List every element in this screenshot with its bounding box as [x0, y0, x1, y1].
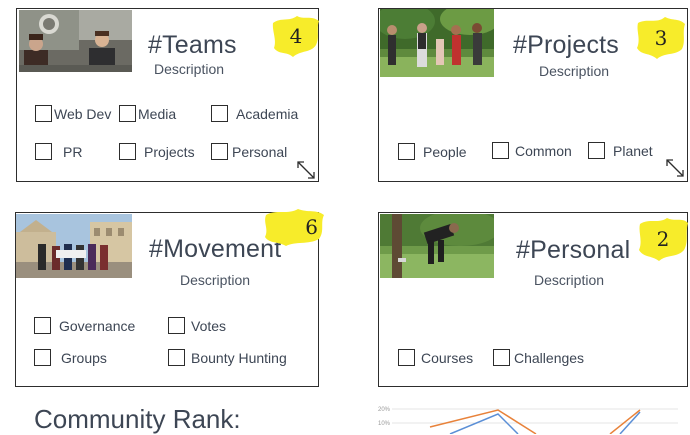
personal-card: #Personal Description 2 Courses Challeng… — [378, 212, 688, 387]
option-web-dev[interactable]: Web Dev — [35, 105, 111, 122]
option-academia-label: Academia — [236, 105, 299, 122]
option-media-label: Media — [138, 105, 177, 122]
projects-expand-icon[interactable] — [664, 157, 686, 179]
projects-card: #Projects Description 3 People Common Pl… — [378, 8, 688, 182]
option-projects-label: Projects — [144, 143, 195, 160]
option-challenges[interactable]: Challenges — [493, 349, 584, 366]
personal-description: Description — [534, 272, 605, 288]
checkbox-courses[interactable] — [398, 349, 415, 366]
movement-description: Description — [180, 272, 251, 288]
option-groups-label: Groups — [61, 349, 107, 366]
teams-count: 4 — [289, 24, 303, 48]
teams-title: #Teams — [148, 31, 237, 59]
option-projects[interactable]: Projects — [119, 143, 195, 160]
option-planet-label: Planet — [613, 142, 653, 159]
projects-photo — [380, 9, 494, 77]
checkbox-votes[interactable] — [168, 317, 185, 334]
projects-title: #Projects — [513, 31, 620, 59]
option-governance[interactable]: Governance — [34, 317, 135, 334]
checkbox-governance[interactable] — [34, 317, 51, 334]
community-rank-label: Community Rank: — [34, 404, 241, 434]
option-web-dev-label: Web Dev — [54, 105, 112, 122]
option-bounty-hunting[interactable]: Bounty Hunting — [168, 349, 287, 366]
option-challenges-label: Challenges — [514, 349, 585, 366]
teams-expand-icon[interactable] — [295, 159, 317, 181]
teams-count-badge: 4 — [271, 13, 321, 59]
checkbox-academia[interactable] — [211, 105, 228, 122]
projects-count: 3 — [654, 26, 668, 50]
option-pr[interactable]: PR — [35, 143, 82, 160]
option-people-label: People — [423, 143, 467, 160]
chart-y-tick-1: 10% — [378, 421, 391, 427]
personal-count: 2 — [656, 227, 670, 251]
mini-line-chart: 20% 10% — [378, 407, 678, 434]
checkbox-bounty-hunting[interactable] — [168, 349, 185, 366]
checkbox-planet[interactable] — [588, 142, 605, 159]
chart-y-tick-0: 20% — [378, 407, 391, 413]
teams-card: #Teams Description 4 Web Dev Media Acade… — [16, 8, 319, 182]
option-votes[interactable]: Votes — [168, 317, 226, 334]
option-personal-label: Personal — [232, 143, 288, 160]
teams-description: Description — [154, 61, 225, 77]
option-media[interactable]: Media — [119, 105, 176, 122]
option-academia[interactable]: Academia — [211, 105, 298, 122]
checkbox-media[interactable] — [119, 105, 136, 122]
checkbox-projects[interactable] — [119, 143, 136, 160]
option-personal[interactable]: Personal — [211, 143, 287, 160]
checkbox-personal[interactable] — [211, 143, 228, 160]
projects-description: Description — [539, 63, 610, 79]
chart-series-orange-right — [609, 409, 641, 434]
option-groups[interactable]: Groups — [34, 349, 107, 366]
option-courses[interactable]: Courses — [398, 349, 473, 366]
option-courses-label: Courses — [421, 349, 474, 366]
option-planet[interactable]: Planet — [588, 142, 653, 159]
movement-count-badge: 6 — [262, 207, 326, 247]
checkbox-people[interactable] — [398, 143, 415, 160]
checkbox-common[interactable] — [492, 142, 509, 159]
option-common[interactable]: Common — [492, 142, 572, 159]
option-people[interactable]: People — [398, 143, 467, 160]
movement-photo — [16, 214, 132, 278]
option-common-label: Common — [515, 142, 572, 159]
teams-photo — [19, 10, 132, 72]
checkbox-challenges[interactable] — [493, 349, 510, 366]
checkbox-pr[interactable] — [35, 143, 52, 160]
option-bounty-hunting-label: Bounty Hunting — [191, 349, 287, 366]
personal-photo — [380, 214, 494, 278]
option-pr-label: PR — [63, 143, 83, 160]
checkbox-web-dev[interactable] — [35, 105, 52, 122]
projects-count-badge: 3 — [635, 15, 687, 61]
movement-card: #Movement Description 6 Governance Votes… — [15, 209, 324, 387]
option-votes-label: Votes — [191, 317, 227, 334]
checkbox-groups[interactable] — [34, 349, 51, 366]
movement-count: 6 — [305, 215, 318, 239]
option-governance-label: Governance — [59, 317, 136, 334]
chart-series-orange — [429, 409, 537, 434]
personal-title: #Personal — [516, 236, 631, 264]
personal-count-badge: 2 — [637, 215, 689, 263]
